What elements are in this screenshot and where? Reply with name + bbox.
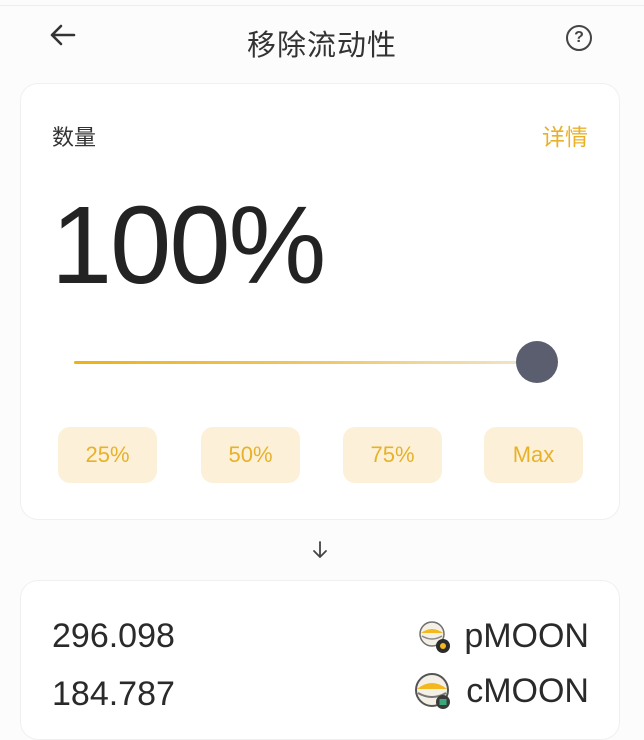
amount-label: 数量	[52, 126, 97, 151]
preset-50-button[interactable]: 50%	[201, 427, 300, 483]
arrow-down-icon	[307, 537, 333, 563]
slider-track	[74, 361, 536, 364]
header: 移除流动性 ?	[0, 6, 644, 72]
cmoon-amount: 184.787	[52, 675, 175, 713]
percent-display: 100%	[51, 184, 326, 307]
pmoon-token-icon	[419, 620, 451, 653]
cmoon-token: cMOON	[414, 671, 589, 711]
page-title: 移除流动性	[246, 28, 397, 62]
pmoon-amount: 296.098	[52, 617, 175, 655]
amount-card: 数量 详情 100% 25% 50% 75% Max	[20, 83, 620, 520]
cmoon-token-icon	[415, 673, 451, 709]
slider-thumb[interactable]	[516, 341, 558, 383]
question-circle-icon: ?	[574, 29, 584, 46]
detail-link[interactable]: 详情	[542, 118, 588, 152]
cmoon-token-name: cMOON	[466, 671, 589, 710]
pmoon-token-name: pMOON	[464, 617, 589, 655]
preset-25-button[interactable]: 25%	[58, 427, 157, 483]
preset-max-button[interactable]: Max	[484, 427, 583, 483]
preset-75-button[interactable]: 75%	[343, 427, 442, 483]
help-button[interactable]: ?	[566, 25, 592, 51]
pmoon-token: pMOON	[418, 617, 589, 656]
receive-card: 296.098 pMOON 184.787 cMOON	[20, 580, 620, 740]
amount-slider[interactable]	[74, 340, 558, 384]
